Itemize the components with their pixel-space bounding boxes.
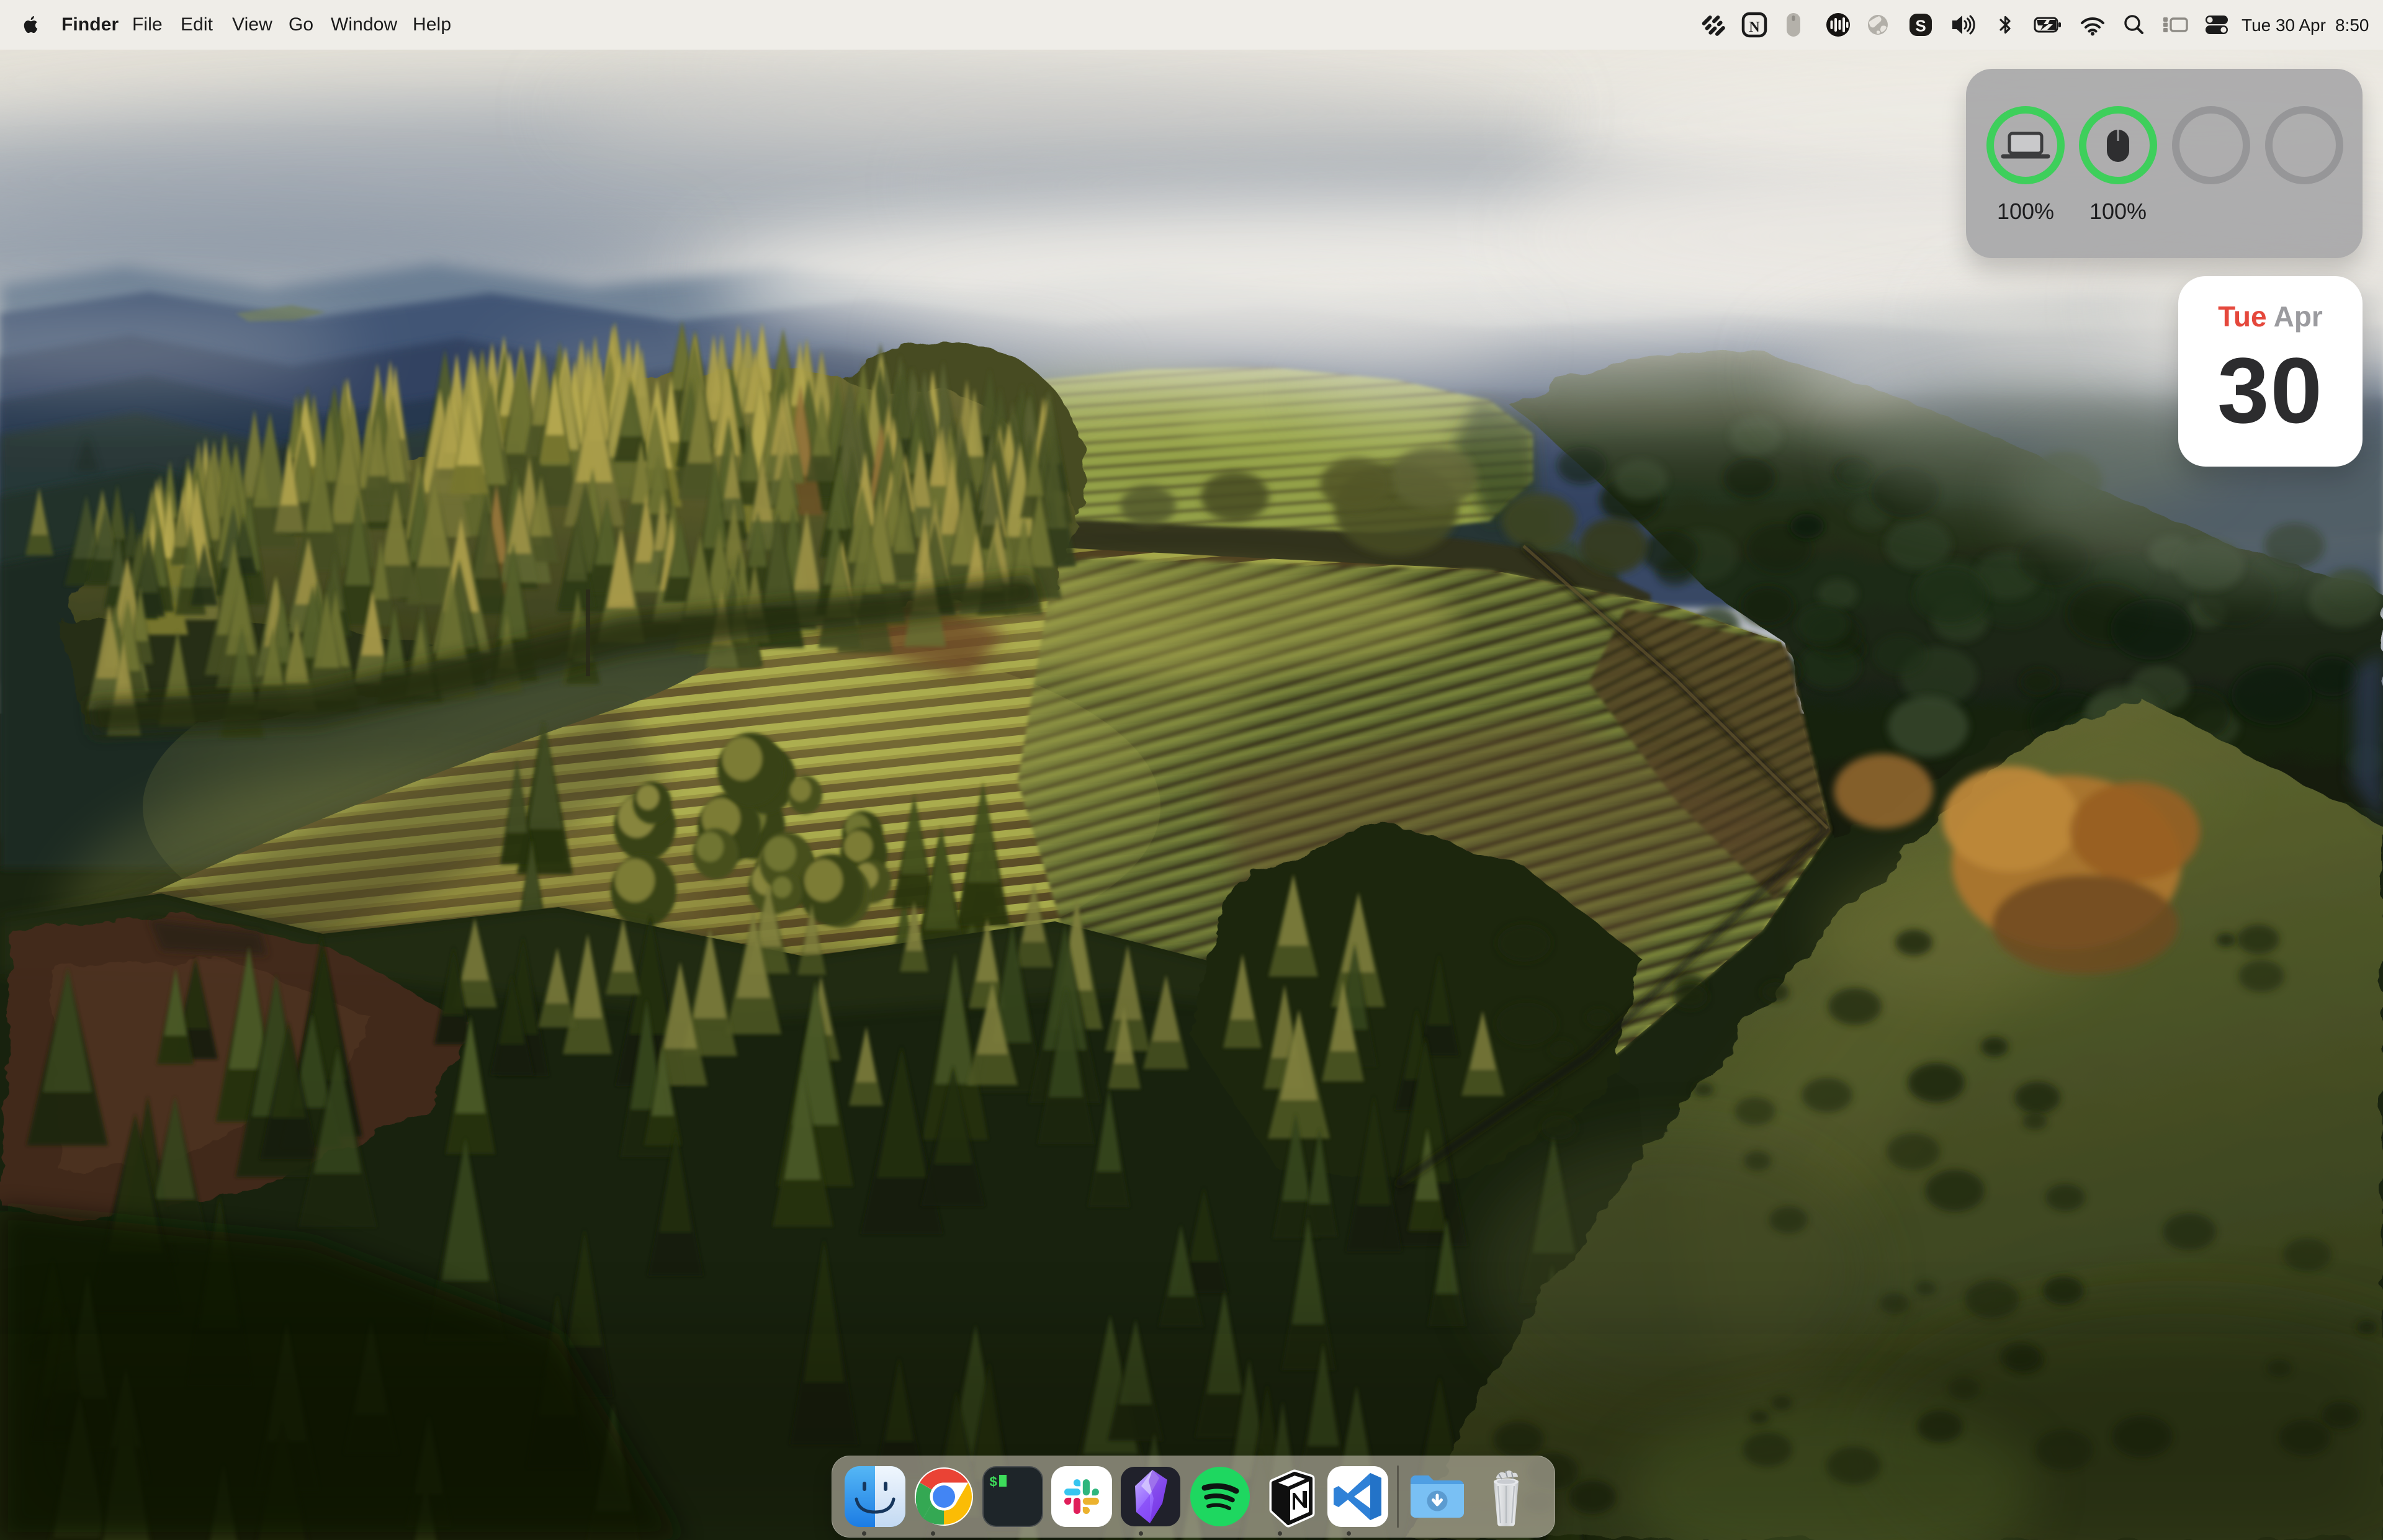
svg-text:Tue 30 Apr: Tue 30 Apr [2242,16,2326,35]
svg-text:100%: 100% [2089,199,2147,224]
svg-text:8:50: 8:50 [2335,16,2369,35]
svg-text:$: $ [989,1475,997,1490]
svg-text:100%: 100% [1997,199,2054,224]
svg-text:N: N [1749,19,1760,35]
svg-text:S: S [1915,17,1926,35]
